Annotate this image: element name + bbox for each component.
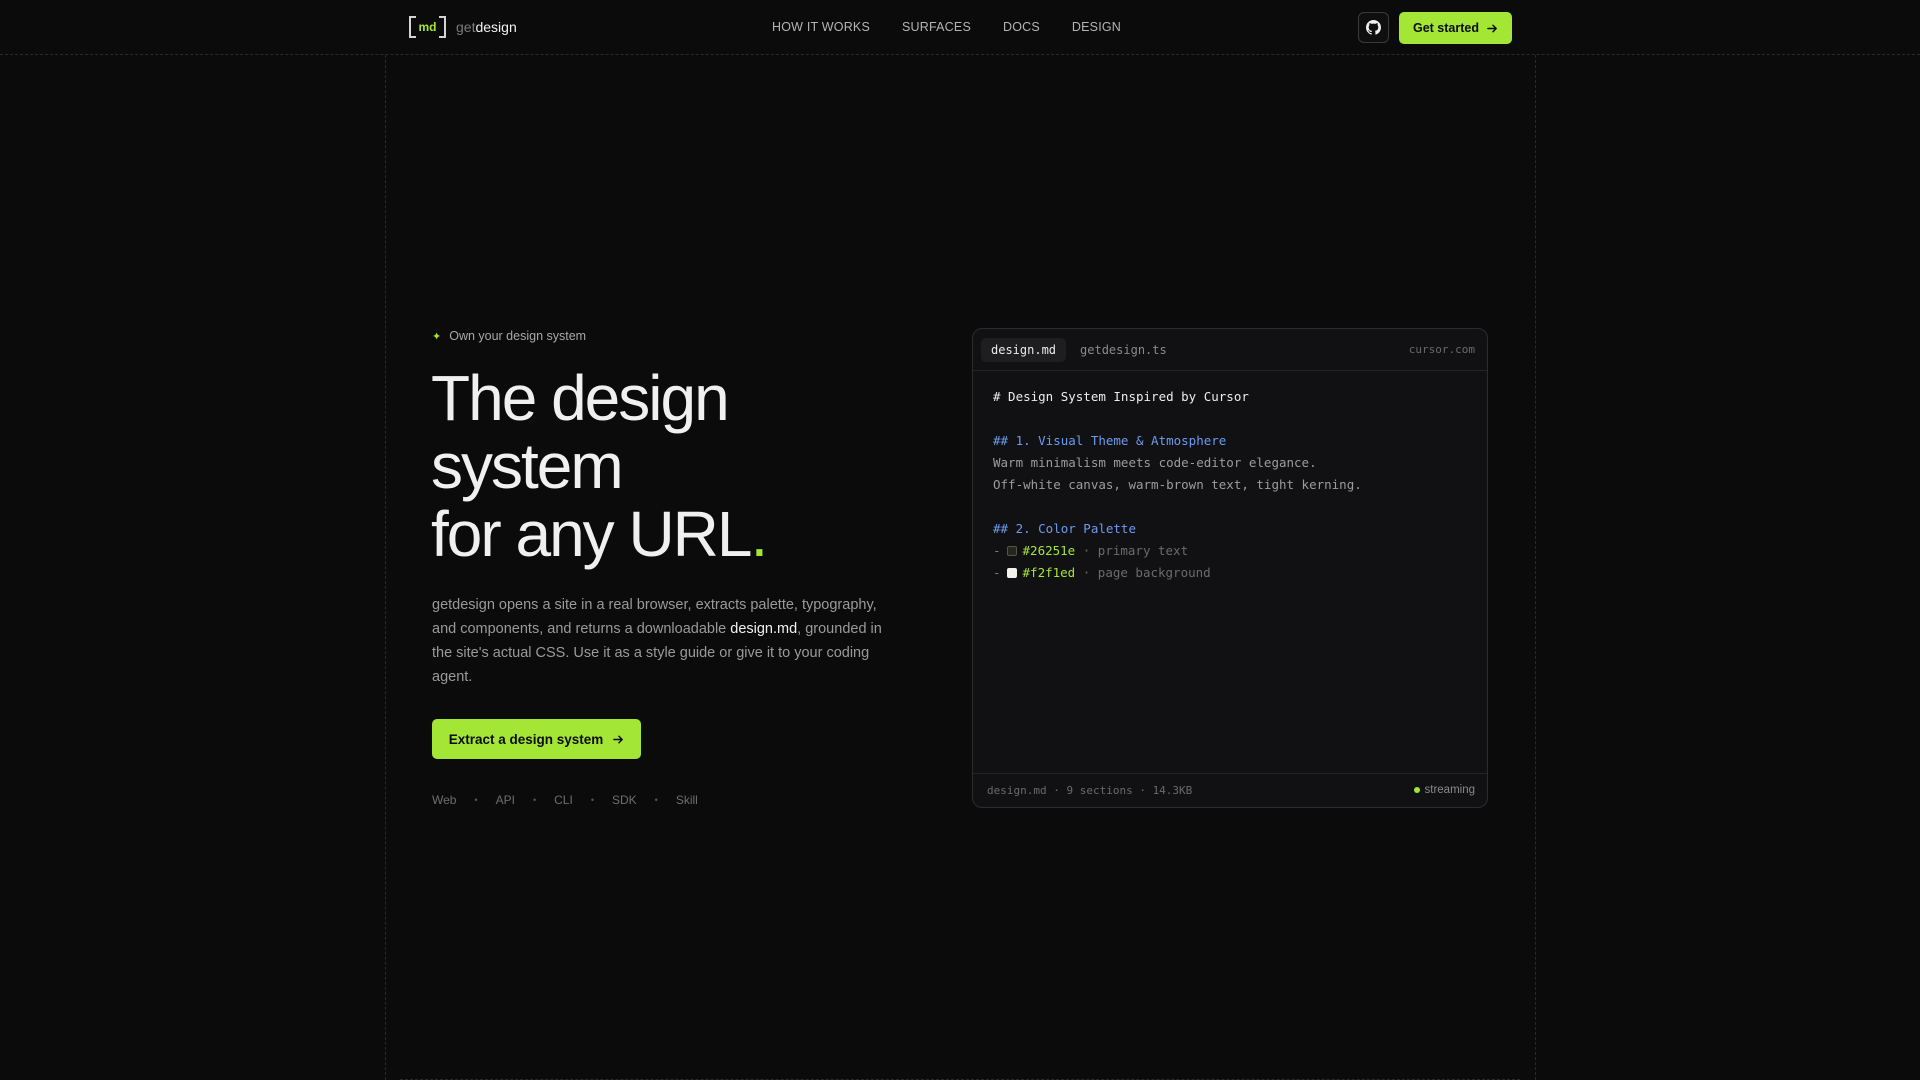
headline-line-2: system bbox=[431, 430, 624, 502]
guide-line-left bbox=[385, 55, 386, 1080]
tab-design-md[interactable]: design.md bbox=[981, 337, 1067, 362]
color-note: · page background bbox=[1082, 565, 1211, 580]
arrow-right-icon bbox=[1487, 24, 1497, 32]
hero-headline: The design system for any URL. bbox=[431, 364, 911, 568]
status-text: streaming bbox=[1424, 784, 1476, 796]
surface-api: API bbox=[495, 793, 515, 807]
code-h2-color-palette: ## 2. Color Palette bbox=[993, 521, 1136, 536]
get-started-button[interactable]: Get started bbox=[1399, 12, 1512, 44]
guide-line-right bbox=[1535, 55, 1536, 1080]
panel-file-meta: design.md · 9 sections · 14.3KB bbox=[987, 784, 1193, 797]
headline-line-3-text: for any URL bbox=[431, 498, 752, 570]
source-url: cursor.com bbox=[1408, 343, 1475, 356]
hero-description: getdesign opens a site in a real browser… bbox=[432, 593, 902, 689]
surface-cli: CLI bbox=[554, 793, 573, 807]
color-swatch bbox=[1006, 546, 1017, 556]
code-blank bbox=[993, 408, 1467, 430]
headline-line-1: The design bbox=[431, 362, 730, 434]
color-note: · primary text bbox=[1082, 543, 1189, 558]
sparkle-icon: ✦ bbox=[432, 330, 442, 343]
md-logo-icon: md bbox=[409, 15, 446, 39]
bullet-separator: • bbox=[474, 795, 478, 805]
color-hex: #26251e bbox=[1022, 543, 1076, 558]
nav-link-design[interactable]: DESIGN bbox=[1072, 20, 1121, 34]
surfaces-list: Web • API • CLI • SDK • Skill bbox=[432, 793, 698, 807]
list-dash: - bbox=[993, 565, 1001, 580]
nav-link-how-it-works[interactable]: HOW IT WORKS bbox=[772, 20, 870, 34]
top-nav: md getdesign HOW IT WORKS SURFACES DOCS … bbox=[0, 0, 1920, 54]
nav-link-surfaces[interactable]: SURFACES bbox=[902, 20, 971, 34]
surface-skill: Skill bbox=[675, 793, 698, 807]
bullet-separator: • bbox=[654, 795, 658, 805]
color-hex: #f2f1ed bbox=[1022, 565, 1076, 580]
status-dot-icon bbox=[1413, 787, 1420, 793]
surface-web: Web bbox=[432, 793, 457, 807]
brand-name: getdesign bbox=[456, 19, 517, 35]
github-button[interactable] bbox=[1358, 12, 1389, 43]
brand-logo[interactable]: md getdesign bbox=[409, 15, 517, 39]
bullet-separator: • bbox=[532, 795, 537, 805]
code-blank bbox=[993, 496, 1467, 518]
arrow-right-icon bbox=[613, 735, 624, 743]
code-paragraph-1: Warm minimalism meets code-editor elegan… bbox=[993, 455, 1317, 470]
code-h1: # Design System Inspired by Cursor bbox=[993, 389, 1249, 404]
tab-getdesign-ts[interactable]: getdesign.ts bbox=[1070, 338, 1177, 362]
extract-button-label: Extract a design system bbox=[448, 731, 604, 747]
headline-accent-dot: . bbox=[750, 498, 768, 570]
nav-links: HOW IT WORKS SURFACES DOCS DESIGN bbox=[772, 20, 1121, 34]
design-md-preview-panel: design.md getdesign.ts cursor.com # Desi… bbox=[972, 328, 1488, 808]
color-row: - #26251e · primary text bbox=[993, 540, 1467, 562]
brand-name-suffix: design bbox=[475, 19, 517, 35]
color-row: - #f2f1ed · page background bbox=[993, 562, 1467, 584]
code-paragraph-2: Off-white canvas, warm-brown text, tight… bbox=[993, 477, 1362, 492]
header-divider bbox=[0, 54, 1920, 55]
code-h2-visual-theme: ## 1. Visual Theme & Atmosphere bbox=[993, 433, 1227, 448]
page: md getdesign HOW IT WORKS SURFACES DOCS … bbox=[0, 0, 1920, 1080]
brand-name-prefix: get bbox=[456, 19, 476, 35]
get-started-label: Get started bbox=[1413, 21, 1479, 35]
hero-eyebrow: ✦ Own your design system bbox=[432, 329, 586, 343]
nav-link-docs[interactable]: DOCS bbox=[1003, 20, 1040, 34]
eyebrow-text: Own your design system bbox=[449, 329, 587, 343]
panel-footer: design.md · 9 sections · 14.3KB streamin… bbox=[973, 773, 1487, 807]
list-dash: - bbox=[993, 543, 1001, 558]
bullet-separator: • bbox=[590, 795, 594, 805]
panel-tab-bar: design.md getdesign.ts cursor.com bbox=[973, 329, 1487, 371]
color-swatch bbox=[1006, 568, 1017, 578]
code-content: # Design System Inspired by Cursor ## 1.… bbox=[993, 386, 1467, 584]
extract-design-system-button[interactable]: Extract a design system bbox=[432, 719, 641, 759]
headline-line-3: for any URL. bbox=[431, 500, 911, 568]
streaming-status: streaming bbox=[1413, 784, 1476, 796]
github-icon bbox=[1366, 20, 1381, 35]
desc-highlight: design.md bbox=[730, 621, 798, 637]
surface-sdk: SDK bbox=[611, 793, 637, 807]
